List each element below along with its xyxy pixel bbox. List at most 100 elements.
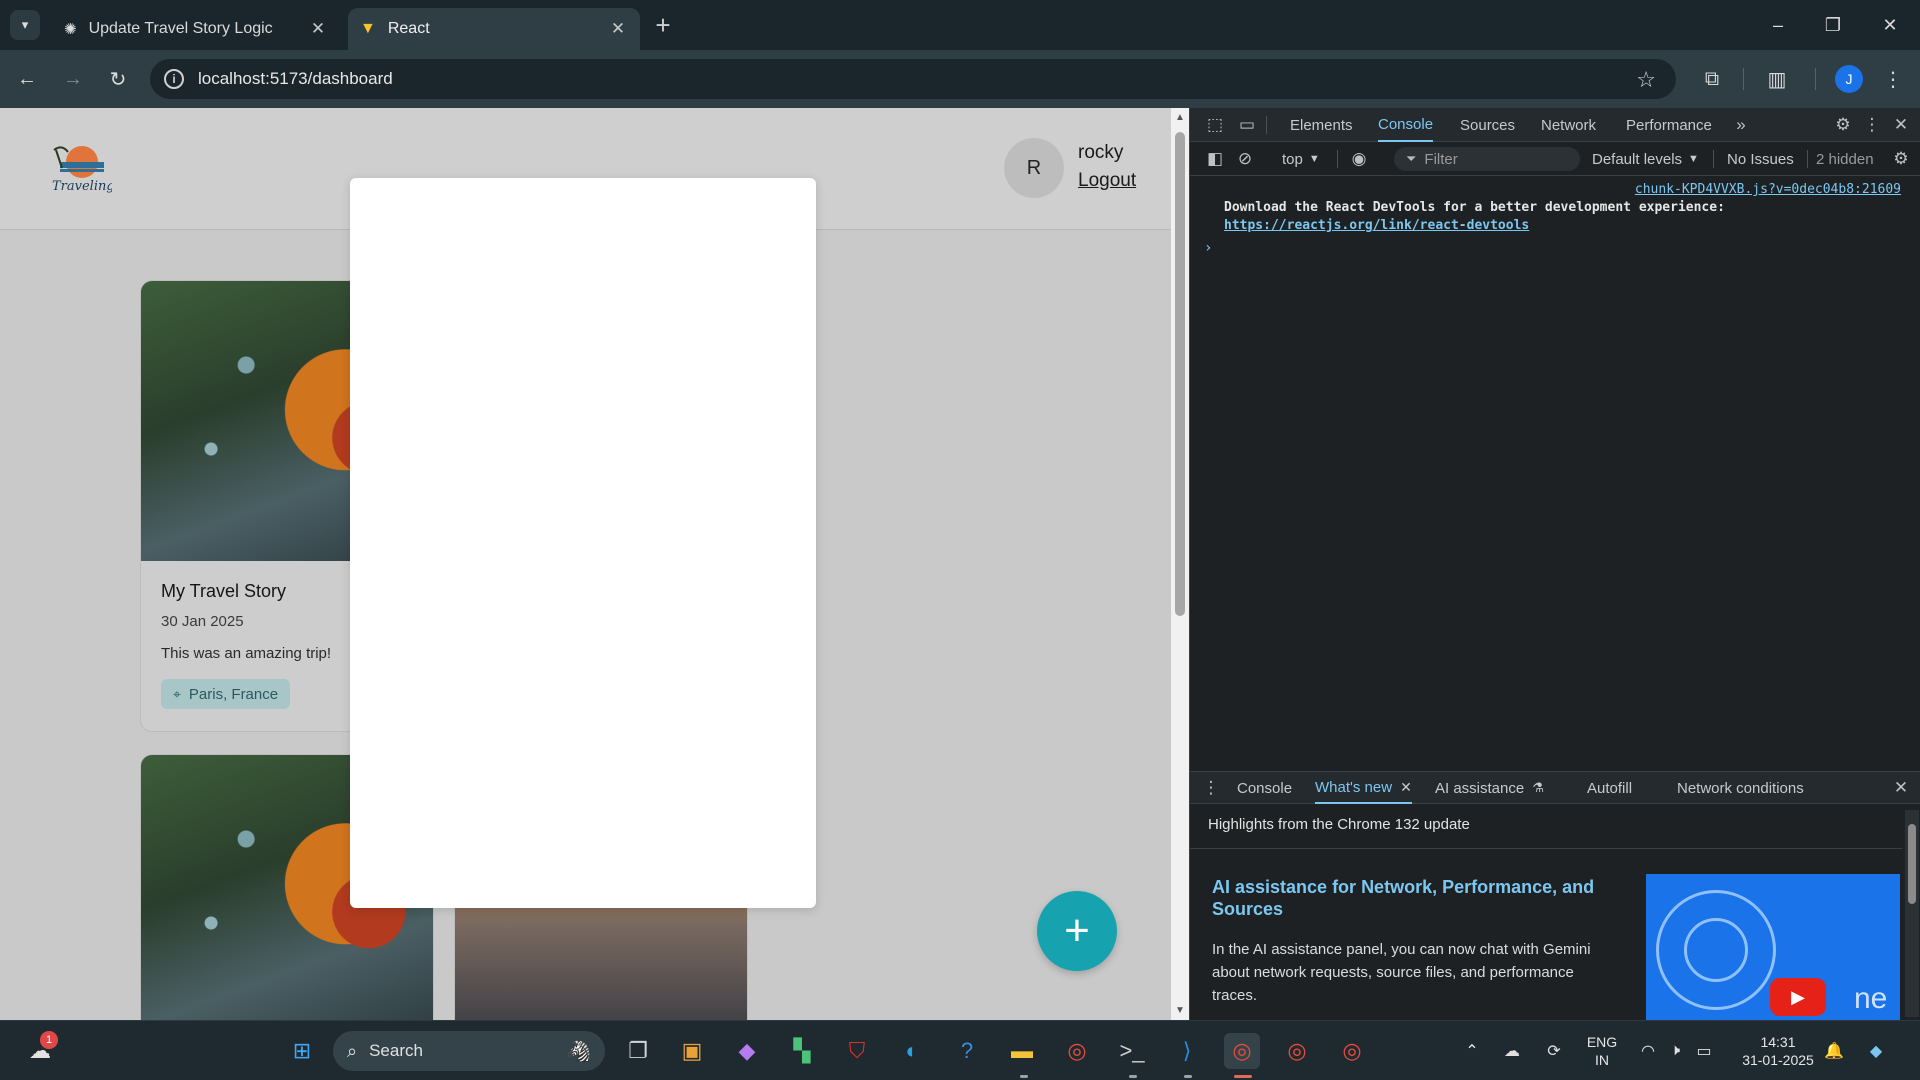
close-tab-icon[interactable]: ✕ xyxy=(608,19,628,39)
mcafee-icon[interactable]: ⛉ xyxy=(839,1033,875,1069)
scrollbar-thumb[interactable] xyxy=(1175,132,1185,616)
wifi-icon[interactable]: ◠ xyxy=(1636,1039,1660,1063)
user-name: rocky xyxy=(1078,142,1124,163)
forward-button[interactable]: → xyxy=(58,64,88,94)
close-devtools-icon[interactable]: ✕ xyxy=(1888,108,1914,142)
divider xyxy=(1190,848,1902,849)
new-tab-button[interactable]: + xyxy=(650,10,676,40)
sync-icon[interactable]: ⟳ xyxy=(1542,1039,1566,1063)
device-toolbar-icon[interactable]: ▭ xyxy=(1234,108,1260,142)
scroll-up-icon[interactable]: ▲ xyxy=(1175,112,1185,123)
notification-badge: 1 xyxy=(40,1031,58,1049)
drawer-tab-console[interactable]: Console xyxy=(1237,772,1292,804)
page-viewport: Traveling R rocky Logout My Travel Story… xyxy=(0,108,1171,1020)
issues-button[interactable]: No Issues xyxy=(1727,142,1794,176)
close-drawer-icon[interactable]: ✕ xyxy=(1888,772,1914,804)
scrollbar-thumb[interactable] xyxy=(1908,824,1916,904)
chrome-profile-icon[interactable]: ◎ xyxy=(1279,1033,1315,1069)
tab-network[interactable]: Network xyxy=(1541,108,1596,142)
reading-mode-icon[interactable]: ▥ xyxy=(1762,64,1792,94)
onedrive-cloud-icon[interactable]: ☁ xyxy=(1500,1039,1524,1063)
copilot-icon[interactable]: ◆ xyxy=(729,1033,765,1069)
console-prompt[interactable]: › xyxy=(1204,240,1212,256)
close-tab-icon[interactable]: ✕ xyxy=(308,19,328,39)
console-filter-input[interactable]: ⏷ Filter xyxy=(1394,147,1580,171)
scroll-down-icon[interactable]: ▼ xyxy=(1175,1005,1185,1016)
drawer-scrollbar[interactable] xyxy=(1905,810,1919,1017)
tab-title: React xyxy=(387,20,430,37)
console-settings-gear-icon[interactable]: ⚙ xyxy=(1888,142,1914,176)
console-message: Download the React DevTools for a better… xyxy=(1224,200,1725,215)
region-code: IN xyxy=(1595,1052,1609,1068)
live-expression-eye-icon[interactable]: ◉ xyxy=(1346,142,1372,176)
profile-avatar[interactable]: J xyxy=(1835,65,1863,93)
terminal-icon[interactable]: >_ xyxy=(1114,1033,1150,1069)
close-tab-icon[interactable]: ✕ xyxy=(1400,779,1412,796)
tab-elements[interactable]: Elements xyxy=(1290,108,1353,142)
add-story-button[interactable]: + xyxy=(1037,891,1117,971)
tab-update-travel-story-logic[interactable]: ✺ Update Travel Story Logic ✕ xyxy=(52,8,340,50)
taskbar-search[interactable]: ⌕ Search 🦓 xyxy=(333,1031,605,1071)
settings-gear-icon[interactable]: ⚙ xyxy=(1830,108,1856,142)
context-selector[interactable]: top ▼ xyxy=(1282,142,1320,176)
chrome-profile-icon[interactable]: ◎ xyxy=(1334,1033,1370,1069)
levels-label: Default levels xyxy=(1592,150,1683,168)
tab-sources[interactable]: Sources xyxy=(1460,108,1515,142)
more-tabs-icon[interactable]: » xyxy=(1728,108,1754,142)
drawer-tab-ai-assistance[interactable]: AI assistance ⚗ xyxy=(1435,772,1544,804)
site-info-icon[interactable]: i xyxy=(164,69,184,89)
chrome-icon[interactable]: ◎ xyxy=(1059,1033,1095,1069)
language-indicator[interactable]: ENG IN xyxy=(1582,1033,1622,1069)
drawer-menu-icon[interactable]: ⋮ xyxy=(1198,772,1224,804)
tab-performance[interactable]: Performance xyxy=(1626,108,1712,142)
story-title: My Travel Story xyxy=(161,581,287,601)
minimize-button[interactable]: – xyxy=(1763,10,1793,40)
reload-button[interactable]: ↻ xyxy=(103,64,133,94)
tab-react[interactable]: ▼ React ✕ xyxy=(348,8,640,50)
bookmark-star-icon[interactable]: ☆ xyxy=(1636,67,1656,93)
youtube-play-icon[interactable]: ▶ xyxy=(1770,978,1826,1016)
battery-icon[interactable]: ▭ xyxy=(1692,1039,1716,1063)
extensions-icon[interactable]: ⧉ xyxy=(1697,64,1727,94)
toolbar-divider xyxy=(1743,68,1744,90)
windows-start-icon[interactable]: ⊞ xyxy=(284,1033,320,1069)
browser-menu-icon[interactable]: ⋮ xyxy=(1878,64,1908,94)
volume-muted-icon[interactable]: 🕨 xyxy=(1663,1039,1687,1063)
clock[interactable]: 14:31 31-01-2025 xyxy=(1730,1033,1826,1069)
edge-icon[interactable]: ◐ xyxy=(894,1033,930,1069)
file-explorer-icon[interactable]: ▬ xyxy=(1004,1033,1040,1069)
copilot-tray-icon[interactable]: ◆ xyxy=(1864,1039,1888,1063)
restore-button[interactable]: ❐ xyxy=(1818,10,1848,40)
tab-search-button[interactable]: ▾ xyxy=(10,10,40,40)
close-window-button[interactable]: ✕ xyxy=(1875,10,1905,40)
logout-link[interactable]: Logout xyxy=(1078,170,1136,192)
show-hidden-icons-chevron-icon[interactable]: ⌃ xyxy=(1460,1039,1484,1063)
drawer-tab-autofill[interactable]: Autofill xyxy=(1587,772,1632,804)
browser-title-bar: ▾ ✺ Update Travel Story Logic ✕ ▼ React … xyxy=(0,0,1920,50)
page-scrollbar[interactable]: ▲ ▼ xyxy=(1171,108,1189,1020)
chevron-down-icon: ▼ xyxy=(1308,153,1320,165)
log-levels-dropdown[interactable]: Default levels ▼ xyxy=(1592,142,1699,176)
tab-console[interactable]: Console xyxy=(1378,108,1434,142)
react-devtools-link[interactable]: https://reactjs.org/link/react-devtools xyxy=(1224,218,1529,233)
devtools-menu-icon[interactable]: ⋮ xyxy=(1859,108,1885,142)
divider xyxy=(1807,150,1808,168)
help-icon[interactable]: ? xyxy=(949,1033,985,1069)
feature-title-link[interactable]: AI assistance for Network, Performance, … xyxy=(1212,876,1612,920)
widgets-app-icon[interactable]: ▚ xyxy=(784,1033,820,1069)
sidebar-toggle-icon[interactable]: ◧ xyxy=(1202,142,1228,176)
microsoft-store-icon[interactable]: ▣ xyxy=(674,1033,710,1069)
notification-bell-icon[interactable]: 🔔 xyxy=(1822,1039,1846,1063)
modal-dialog xyxy=(350,178,816,908)
back-button[interactable]: ← xyxy=(12,64,42,94)
chrome-profile-icon[interactable]: ◎ xyxy=(1224,1033,1260,1069)
address-bar[interactable]: i localhost:5173/dashboard ☆ xyxy=(150,59,1676,99)
video-thumbnail[interactable]: ▶ ne xyxy=(1646,874,1900,1021)
vscode-icon[interactable]: ⟩ xyxy=(1169,1033,1205,1069)
console-source-link[interactable]: chunk-KPD4VVXB.js?v=0dec04b8:21609 xyxy=(1635,182,1901,197)
drawer-tab-network-conditions[interactable]: Network conditions xyxy=(1677,772,1804,804)
task-view-icon[interactable]: ❐ xyxy=(620,1033,656,1069)
inspect-element-icon[interactable]: ⬚ xyxy=(1202,108,1228,142)
drawer-tab-whats-new[interactable]: What's new ✕ xyxy=(1315,772,1412,804)
clear-console-icon[interactable]: ⊘ xyxy=(1232,142,1258,176)
